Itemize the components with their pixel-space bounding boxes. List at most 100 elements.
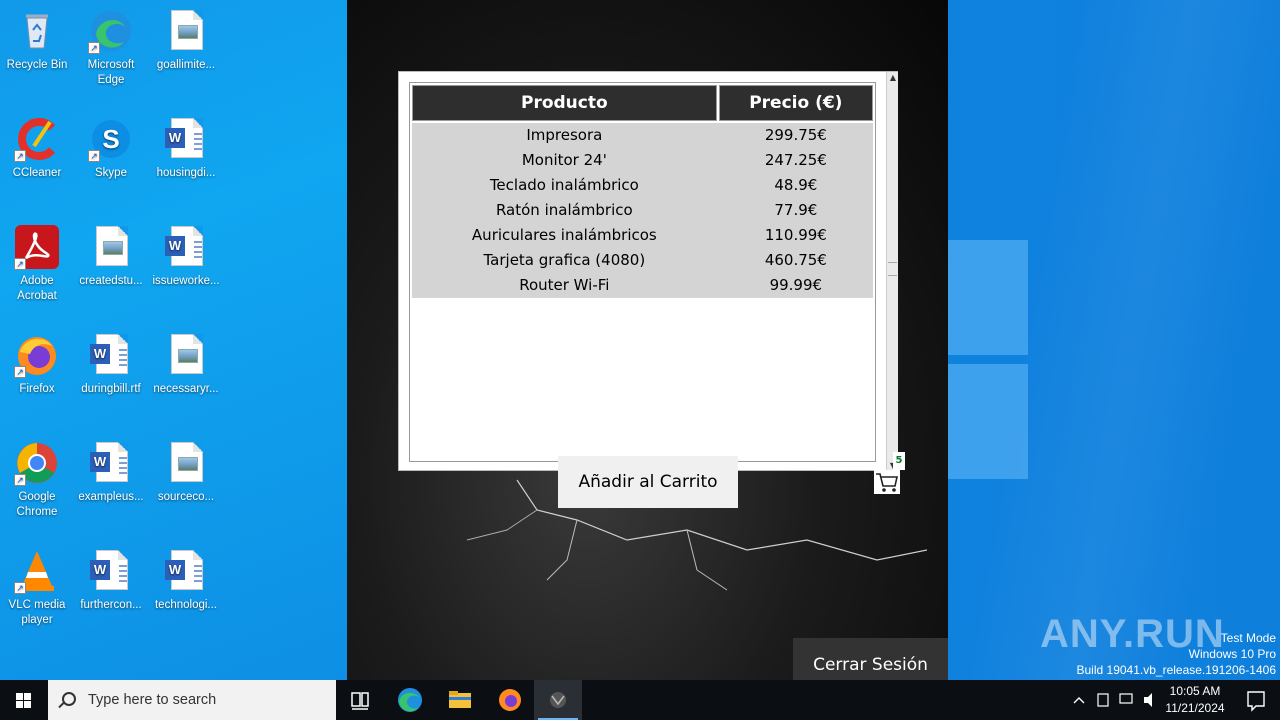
taskbar: Type here to search 10:05 AM 11/21/2024: [0, 680, 1280, 720]
product-cell: Ratón inalámbrico: [495, 201, 633, 219]
product-table[interactable]: Producto Precio (€) Impresora 299.75€ Mon…: [409, 82, 876, 462]
desktop-icon-sourceco[interactable]: sourceco...: [150, 440, 222, 505]
desktop-icon-acrobat[interactable]: ↗ Adobe Acrobat: [1, 224, 73, 304]
windows-logo-pane: [948, 364, 1028, 479]
volume-icon: [1144, 693, 1152, 707]
search-icon: [62, 692, 76, 706]
notification-icon: [1247, 691, 1265, 712]
windows-logo-backdrop: [948, 240, 1028, 480]
table-row[interactable]: Tarjeta grafica (4080) 460.75€: [412, 248, 873, 273]
start-button[interactable]: [0, 680, 48, 720]
desktop-icon-label: Adobe Acrobat: [17, 275, 57, 302]
word-doc-icon: W: [163, 224, 209, 270]
desktop-icon-label: Recycle Bin: [6, 59, 68, 71]
price-cell: 77.9€: [774, 201, 818, 219]
table-row[interactable]: Teclado inalámbrico 48.9€: [412, 173, 873, 198]
price-cell: 99.99€: [769, 276, 823, 294]
table-row[interactable]: Ratón inalámbrico 77.9€: [412, 198, 873, 223]
notifications-button[interactable]: [1232, 680, 1280, 720]
taskbar-clock[interactable]: 10:05 AM 11/21/2024: [1160, 683, 1230, 717]
taskbar-file-explorer-button[interactable]: [436, 680, 484, 720]
search-placeholder: Type here to search: [88, 692, 217, 708]
product-cell: Tarjeta grafica (4080): [483, 251, 646, 269]
product-cell: Monitor 24': [521, 151, 607, 169]
shortcut-arrow-icon: ↗: [14, 582, 26, 594]
desktop-icon-goallimite[interactable]: goallimite...: [150, 8, 222, 73]
column-header-product[interactable]: Producto: [412, 85, 717, 121]
table-row[interactable]: Monitor 24' 247.25€: [412, 148, 873, 173]
edge-icon: [398, 688, 422, 712]
taskbar-shop-app-button[interactable]: [534, 680, 582, 720]
desktop-icon-edge[interactable]: ↗ Microsoft Edge: [75, 8, 147, 88]
desktop-icon-exampleus[interactable]: W exampleus...: [75, 440, 147, 505]
chevron-up-icon: [1073, 697, 1085, 704]
desktop-icon-vlc[interactable]: ↗ VLC media player: [1, 548, 73, 628]
desktop-icon-label: sourceco...: [157, 491, 215, 503]
vlc-icon: ↗: [14, 548, 60, 594]
price-cell: 110.99€: [764, 226, 827, 244]
desktop-icon-ccleaner[interactable]: ↗ CCleaner: [1, 116, 73, 181]
desktop-icon-necessaryr[interactable]: necessaryr...: [150, 332, 222, 397]
table-row[interactable]: Router Wi-Fi 99.99€: [412, 273, 873, 298]
desktop-icon-furthercon[interactable]: W furthercon...: [75, 548, 147, 613]
desktop-icon-label: furthercon...: [80, 599, 142, 611]
product-cell: Teclado inalámbrico: [489, 176, 639, 194]
edge-icon: ↗: [88, 8, 134, 54]
taskbar-firefox-button[interactable]: [486, 680, 534, 720]
word-doc-icon: W: [163, 548, 209, 594]
desktop-icon-label: createdstu...: [79, 275, 143, 287]
desktop-icon-label: Skype: [95, 167, 127, 179]
shortcut-arrow-icon: ↗: [88, 150, 100, 162]
table-row[interactable]: Impresora 299.75€: [412, 123, 873, 148]
svg-text:S: S: [102, 124, 119, 154]
logout-button[interactable]: Cerrar Sesión: [793, 638, 948, 680]
firefox-icon: ↗: [14, 332, 60, 378]
price-cell: 299.75€: [764, 126, 827, 144]
vertical-scrollbar[interactable]: ▲ ▼: [886, 72, 898, 472]
taskbar-search-box[interactable]: Type here to search: [48, 680, 336, 720]
task-view-icon: [351, 692, 369, 710]
shopping-cart-icon[interactable]: [874, 470, 900, 494]
desktop-icon-label: exampleus...: [78, 491, 144, 503]
firefox-icon: [499, 689, 521, 711]
network-icon: [1119, 693, 1133, 704]
taskbar-edge-button[interactable]: [386, 680, 434, 720]
shortcut-arrow-icon: ↗: [14, 366, 26, 378]
word-doc-icon: W: [88, 332, 134, 378]
product-list-box: Producto Precio (€) Impresora 299.75€ Mon…: [398, 71, 898, 472]
scroll-up-arrow-icon[interactable]: ▲: [887, 72, 899, 84]
table-body: Impresora 299.75€ Monitor 24' 247.25€ Tecl…: [412, 123, 873, 298]
scrollbar-thumb[interactable]: [888, 262, 897, 276]
desktop-icon-duringbill[interactable]: W duringbill.rtf: [75, 332, 147, 397]
shortcut-arrow-icon: ↗: [14, 258, 26, 270]
product-cell: Impresora: [526, 126, 603, 144]
image-file-icon: [163, 8, 209, 54]
desktop-icon-label: Firefox: [19, 383, 55, 395]
skype-icon: S ↗: [88, 116, 134, 162]
desktop-icon-firefox[interactable]: ↗ Firefox: [1, 332, 73, 397]
desktop-icon-skype[interactable]: S ↗ Skype: [75, 116, 147, 181]
price-cell: 48.9€: [774, 176, 818, 194]
acrobat-icon: ↗: [14, 224, 60, 270]
desktop-icon-housingdi[interactable]: W housingdi...: [150, 116, 222, 181]
desktop-icon-recycle-bin[interactable]: Recycle Bin: [1, 8, 73, 73]
desktop-icon-createdstu[interactable]: createdstu...: [75, 224, 147, 289]
recycle-bin-icon: [14, 8, 60, 54]
desktop-icon-label: necessaryr...: [153, 383, 219, 395]
desktop-icon-issueworke[interactable]: W issueworke...: [150, 224, 222, 289]
desktop-icon-label: Google Chrome: [16, 491, 58, 518]
tray-icons: [1073, 693, 1152, 707]
app-dragon-icon: [550, 692, 566, 708]
column-header-price[interactable]: Precio (€): [718, 85, 873, 121]
table-row[interactable]: Auriculares inalámbricos 110.99€: [412, 223, 873, 248]
task-view-button[interactable]: [336, 680, 384, 720]
price-cell: 247.25€: [764, 151, 827, 169]
desktop-icon-technologi[interactable]: W technologi...: [150, 548, 222, 613]
device-icon: [1097, 693, 1109, 707]
watermark-test-mode: Test Mode: [1220, 631, 1276, 645]
image-file-icon: [163, 440, 209, 486]
desktop-icon-chrome[interactable]: ↗ Google Chrome: [1, 440, 73, 520]
add-to-cart-button[interactable]: Añadir al Carrito: [558, 456, 738, 508]
watermark-edition: Windows 10 Pro: [1188, 647, 1276, 661]
clock-time: 10:05 AM: [1169, 684, 1221, 698]
